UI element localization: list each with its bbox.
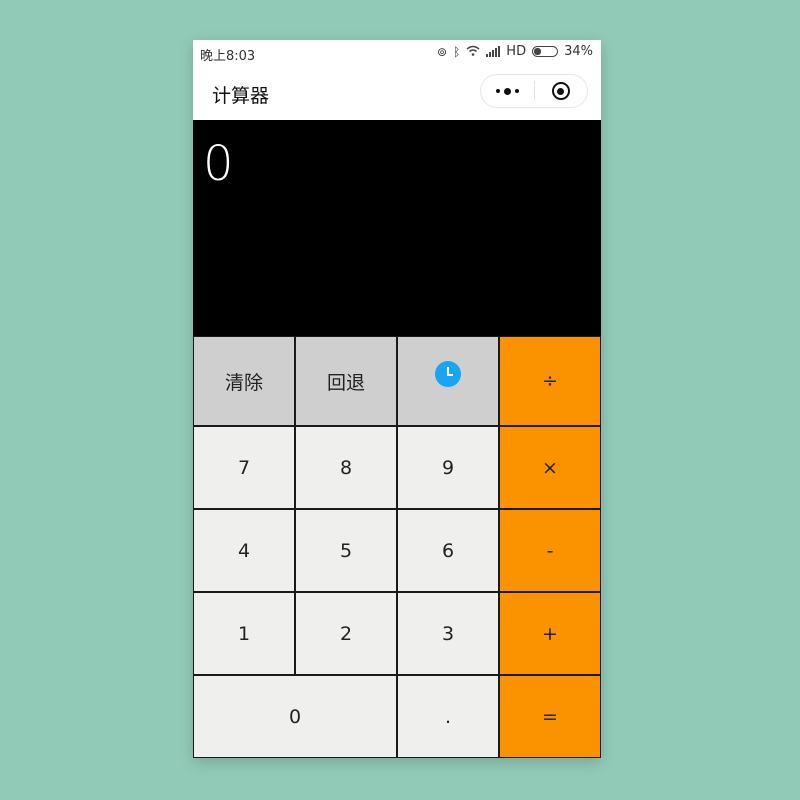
status-time: 晚上8:03 <box>200 49 256 64</box>
clear-button[interactable]: 清除 <box>193 336 295 426</box>
signal-icon <box>486 46 501 57</box>
plus-button[interactable]: + <box>499 592 601 675</box>
status-bar: 晚上8:03 ⊚ ᛒ HD 34% <box>193 40 601 66</box>
status-icons: ⊚ ᛒ HD 34% <box>437 44 593 59</box>
keypad: 清除 回退 ÷ 7 8 9 × 4 5 6 - 1 2 3 + 0 . = <box>193 336 601 758</box>
display-value: 0 <box>203 136 234 192</box>
target-circle-icon <box>551 82 570 100</box>
backspace-button[interactable]: 回退 <box>295 336 397 426</box>
history-button[interactable] <box>397 336 499 426</box>
digit-0-button[interactable]: 0 <box>193 675 397 758</box>
mini-program-capsule <box>480 74 588 108</box>
more-button[interactable] <box>481 75 534 107</box>
digit-1-button[interactable]: 1 <box>193 592 295 675</box>
calculator-display: 0 <box>193 120 601 336</box>
page-title: 计算器 <box>212 85 270 107</box>
more-dots-icon <box>495 87 519 95</box>
multiply-button[interactable]: × <box>499 426 601 509</box>
digit-5-button[interactable]: 5 <box>295 509 397 592</box>
battery-icon <box>532 46 559 57</box>
nav-bar: 计算器 <box>193 66 601 120</box>
digit-9-button[interactable]: 9 <box>397 426 499 509</box>
digit-4-button[interactable]: 4 <box>193 509 295 592</box>
digit-6-button[interactable]: 6 <box>397 509 499 592</box>
link-icon: ⊚ <box>437 44 448 59</box>
phone-frame: 晚上8:03 ⊚ ᛒ HD 34% 计算器 0 清除 回退 ÷ 7 8 9 × … <box>193 40 601 758</box>
close-button[interactable] <box>534 75 587 107</box>
minus-button[interactable]: - <box>499 509 601 592</box>
digit-2-button[interactable]: 2 <box>295 592 397 675</box>
divide-button[interactable]: ÷ <box>499 336 601 426</box>
digit-3-button[interactable]: 3 <box>397 592 499 675</box>
network-type: HD <box>506 44 527 59</box>
history-clock-icon <box>435 361 461 387</box>
decimal-point-button[interactable]: . <box>397 675 499 758</box>
digit-8-button[interactable]: 8 <box>295 426 397 509</box>
digit-7-button[interactable]: 7 <box>193 426 295 509</box>
battery-percent: 34% <box>564 44 593 59</box>
wifi-icon <box>466 45 480 59</box>
bluetooth-icon: ᛒ <box>453 44 461 59</box>
equals-button[interactable]: = <box>499 675 601 758</box>
